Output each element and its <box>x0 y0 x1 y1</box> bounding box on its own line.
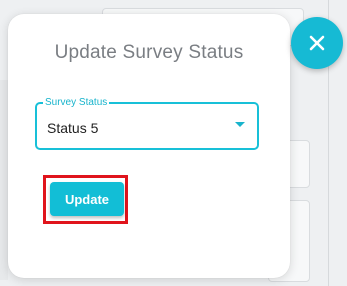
update-survey-status-dialog: Update Survey Status Survey Status Statu… <box>8 14 290 278</box>
survey-status-label: Survey Status <box>43 96 110 110</box>
close-button[interactable] <box>291 17 343 69</box>
background-panel <box>0 80 8 280</box>
survey-status-select[interactable]: Survey Status Status 5 <box>35 96 259 150</box>
close-icon <box>308 34 326 52</box>
survey-status-value: Status 5 <box>47 120 99 136</box>
update-button[interactable]: Update <box>50 182 124 216</box>
dialog-title: Update Survey Status <box>54 42 244 63</box>
dropdown-arrow-icon[interactable] <box>235 122 245 127</box>
